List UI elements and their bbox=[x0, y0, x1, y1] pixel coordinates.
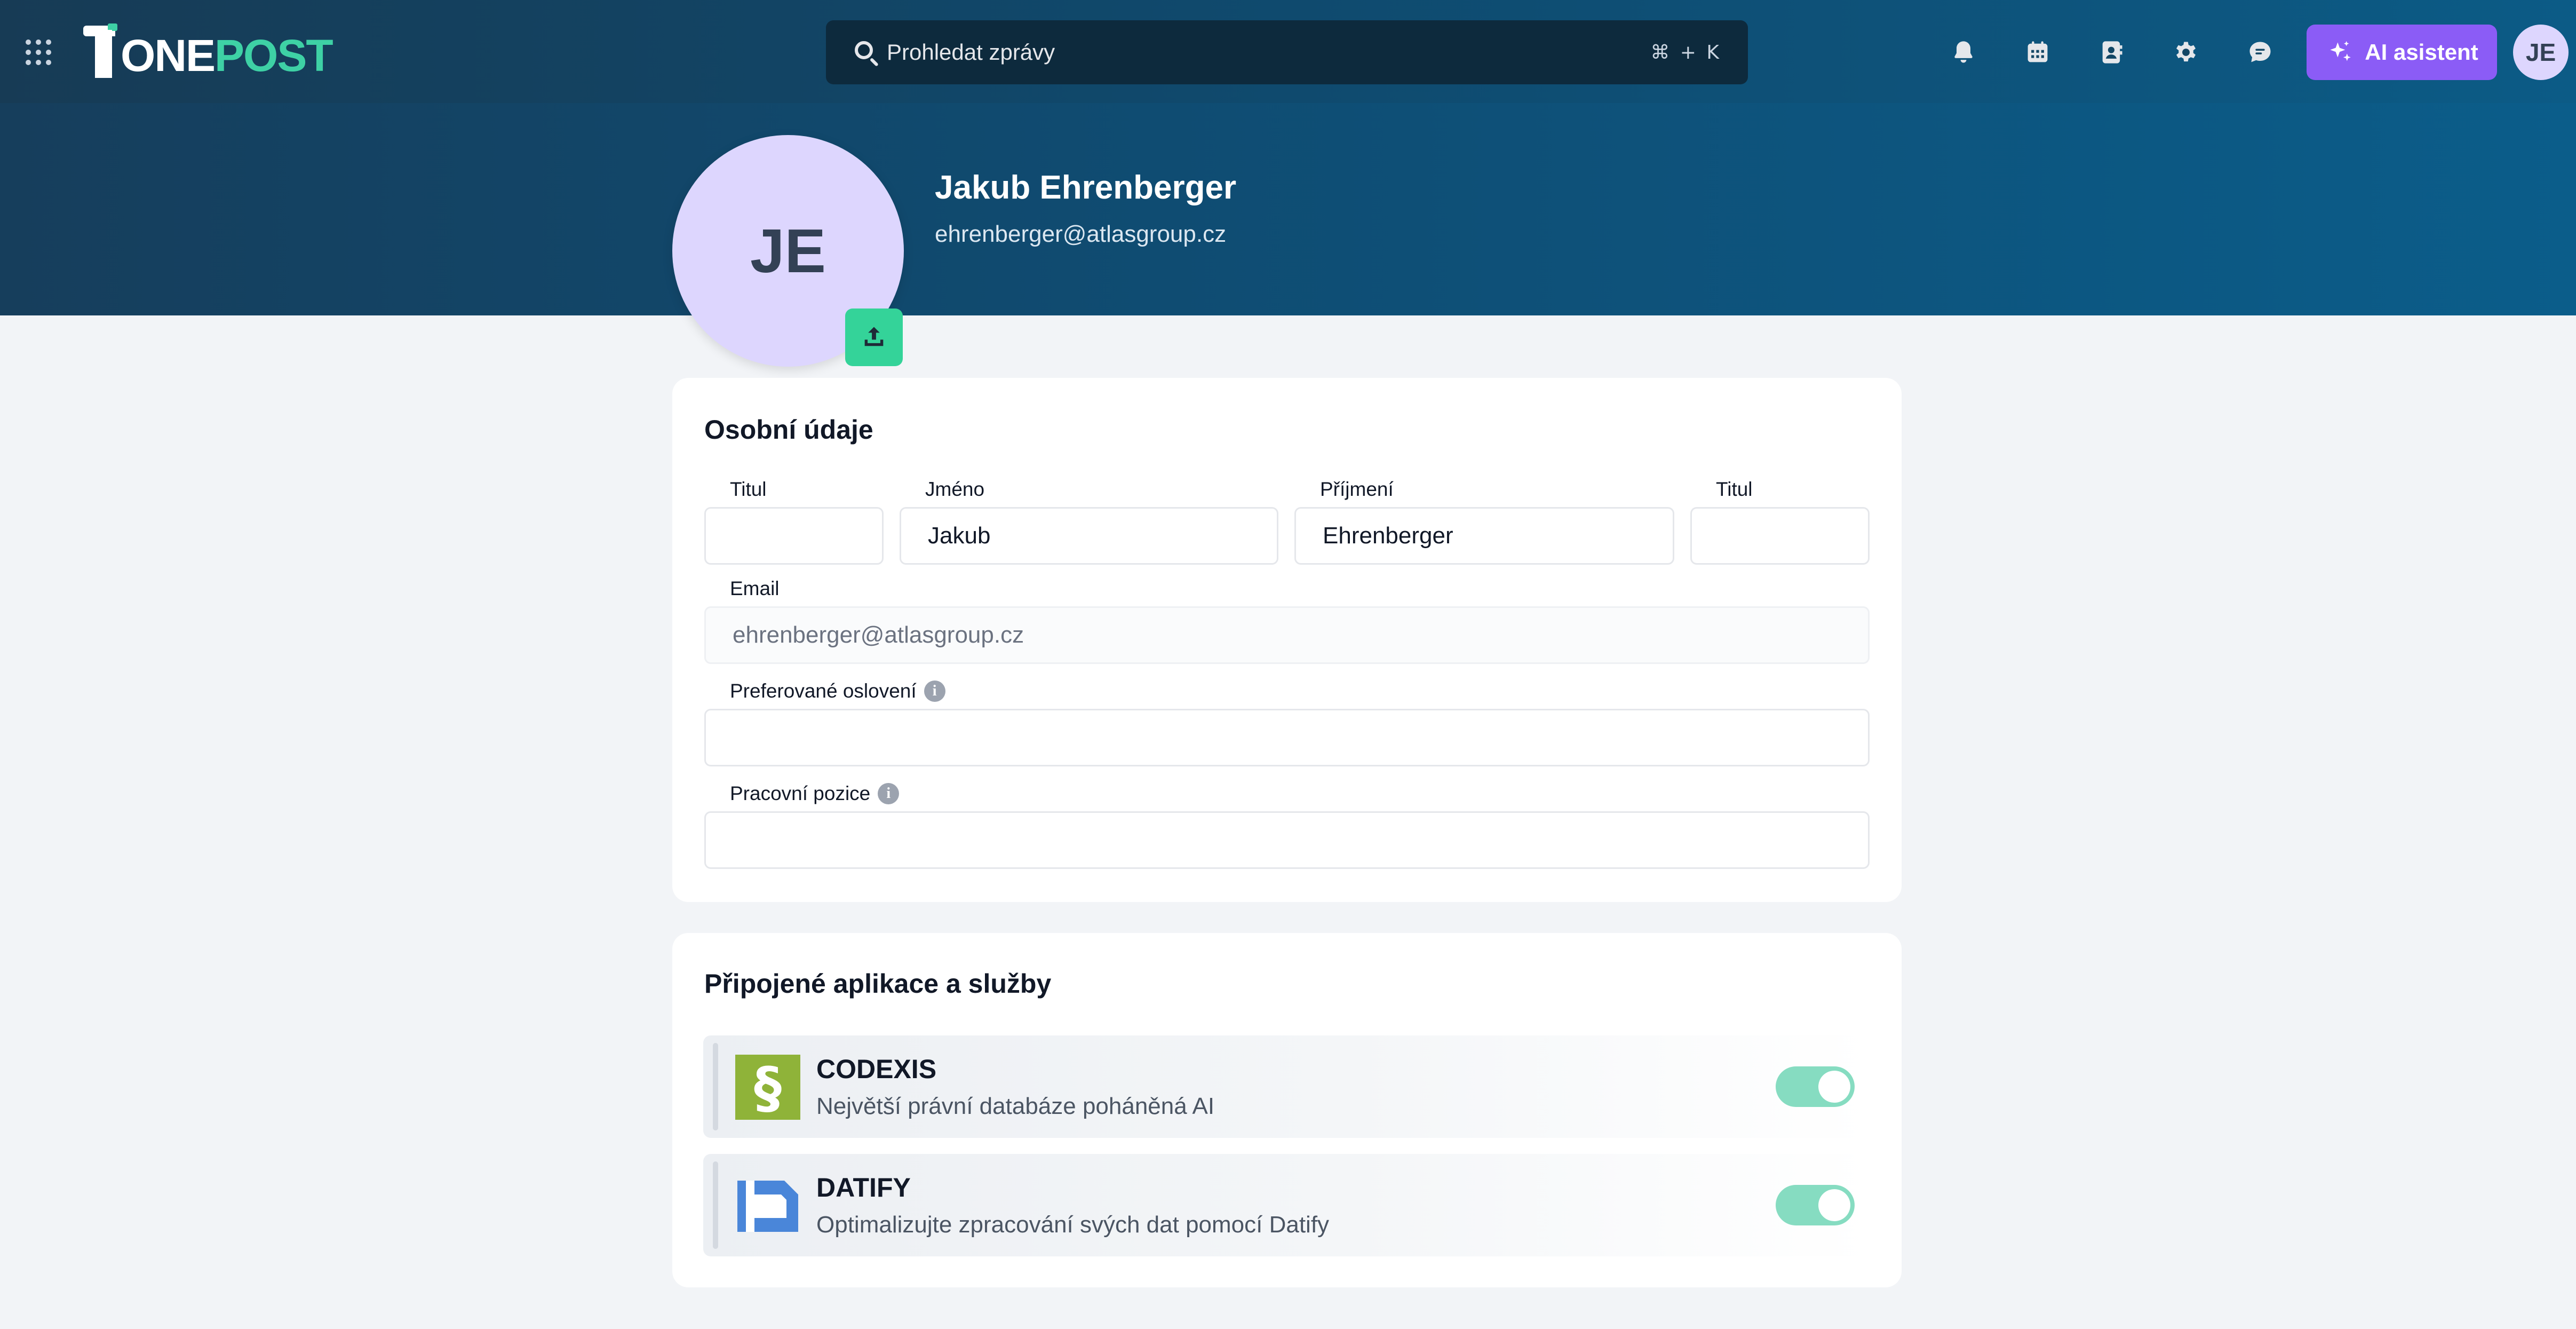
title-after-field[interactable] bbox=[1690, 507, 1870, 565]
profile-name: Jakub Ehrenberger bbox=[935, 169, 1237, 206]
app-row-codexis: § CODEXIS Největší právní databáze pohán… bbox=[703, 1035, 1871, 1138]
upload-photo-button[interactable] bbox=[845, 308, 903, 366]
upload-icon bbox=[864, 327, 884, 346]
calendar-icon[interactable] bbox=[2016, 31, 2059, 74]
salutation-label: Preferované oslovení i bbox=[730, 680, 945, 702]
svg-text:§: § bbox=[754, 1055, 782, 1120]
logo-text-post: POST bbox=[214, 30, 333, 81]
profile-banner bbox=[0, 103, 2576, 315]
last-name-field[interactable]: Ehrenberger bbox=[1294, 507, 1674, 565]
personal-details-title: Osobní údaje bbox=[704, 415, 873, 445]
info-icon[interactable]: i bbox=[878, 783, 900, 804]
datify-toggle[interactable] bbox=[1776, 1185, 1855, 1225]
sparkles-icon bbox=[2330, 41, 2351, 61]
app-description: Optimalizujte zpracování svých dat pomoc… bbox=[816, 1212, 1330, 1238]
datify-logo-icon bbox=[737, 1181, 798, 1232]
header-actions bbox=[1942, 31, 2313, 74]
chat-icon[interactable] bbox=[2239, 31, 2281, 74]
app-name: CODEXIS bbox=[816, 1054, 937, 1084]
search-icon bbox=[853, 39, 879, 67]
ai-assistant-button[interactable]: AI asistent bbox=[2307, 25, 2497, 80]
search-shortcut-hint: ⌘ + K bbox=[1650, 41, 1721, 64]
ai-assistant-label: AI asistent bbox=[2365, 39, 2478, 65]
title-before-label: Titul bbox=[730, 478, 767, 500]
email-field: ehrenberger@atlasgroup.cz bbox=[704, 606, 1870, 664]
app-logo[interactable]: ONEPOST bbox=[83, 23, 333, 81]
gear-icon[interactable] bbox=[2165, 31, 2207, 74]
bell-icon[interactable] bbox=[1942, 31, 1985, 74]
user-avatar[interactable]: JE bbox=[2513, 25, 2569, 80]
connected-apps-title: Připojené aplikace a služby bbox=[704, 969, 1052, 999]
salutation-field[interactable] bbox=[704, 709, 1870, 766]
salutation-label-text: Preferované oslovení bbox=[730, 680, 917, 702]
email-label: Email bbox=[730, 578, 780, 599]
info-icon[interactable]: i bbox=[924, 681, 945, 702]
logo-mark-icon bbox=[83, 23, 117, 78]
position-label: Pracovní pozice i bbox=[730, 782, 900, 805]
search-bar[interactable]: Prohledat zprávy ⌘ + K bbox=[826, 20, 1748, 84]
profile-email: ehrenberger@atlasgroup.cz bbox=[935, 221, 1227, 247]
personal-details-card: Osobní údaje Titul Jméno Jakub Příjmení … bbox=[672, 378, 1902, 902]
connected-apps-card: Připojené aplikace a služby § CODEXIS Ne… bbox=[672, 933, 1902, 1287]
logo-text-one: ONE bbox=[121, 30, 216, 81]
codexis-toggle[interactable] bbox=[1776, 1066, 1855, 1107]
first-name-field[interactable]: Jakub bbox=[900, 507, 1278, 565]
position-field[interactable] bbox=[704, 811, 1870, 869]
search-placeholder: Prohledat zprávy bbox=[887, 39, 1055, 65]
title-after-label: Titul bbox=[1716, 478, 1753, 500]
app-description: Největší právní databáze poháněná AI bbox=[816, 1093, 1215, 1119]
app-name: DATIFY bbox=[816, 1173, 911, 1203]
top-bar: ONEPOST Prohledat zprávy ⌘ + K AI asiste… bbox=[0, 0, 2576, 103]
first-name-label: Jméno bbox=[925, 478, 985, 500]
codexis-logo-icon: § bbox=[735, 1055, 800, 1120]
position-label-text: Pracovní pozice bbox=[730, 782, 871, 804]
contacts-icon[interactable] bbox=[2090, 31, 2133, 74]
logo-text: ONEPOST bbox=[121, 30, 333, 81]
app-row-datify: DATIFY Optimalizujte zpracování svých da… bbox=[703, 1154, 1871, 1256]
title-before-field[interactable] bbox=[704, 507, 884, 565]
apps-grid-icon[interactable] bbox=[26, 39, 51, 65]
last-name-label: Příjmení bbox=[1320, 478, 1394, 500]
